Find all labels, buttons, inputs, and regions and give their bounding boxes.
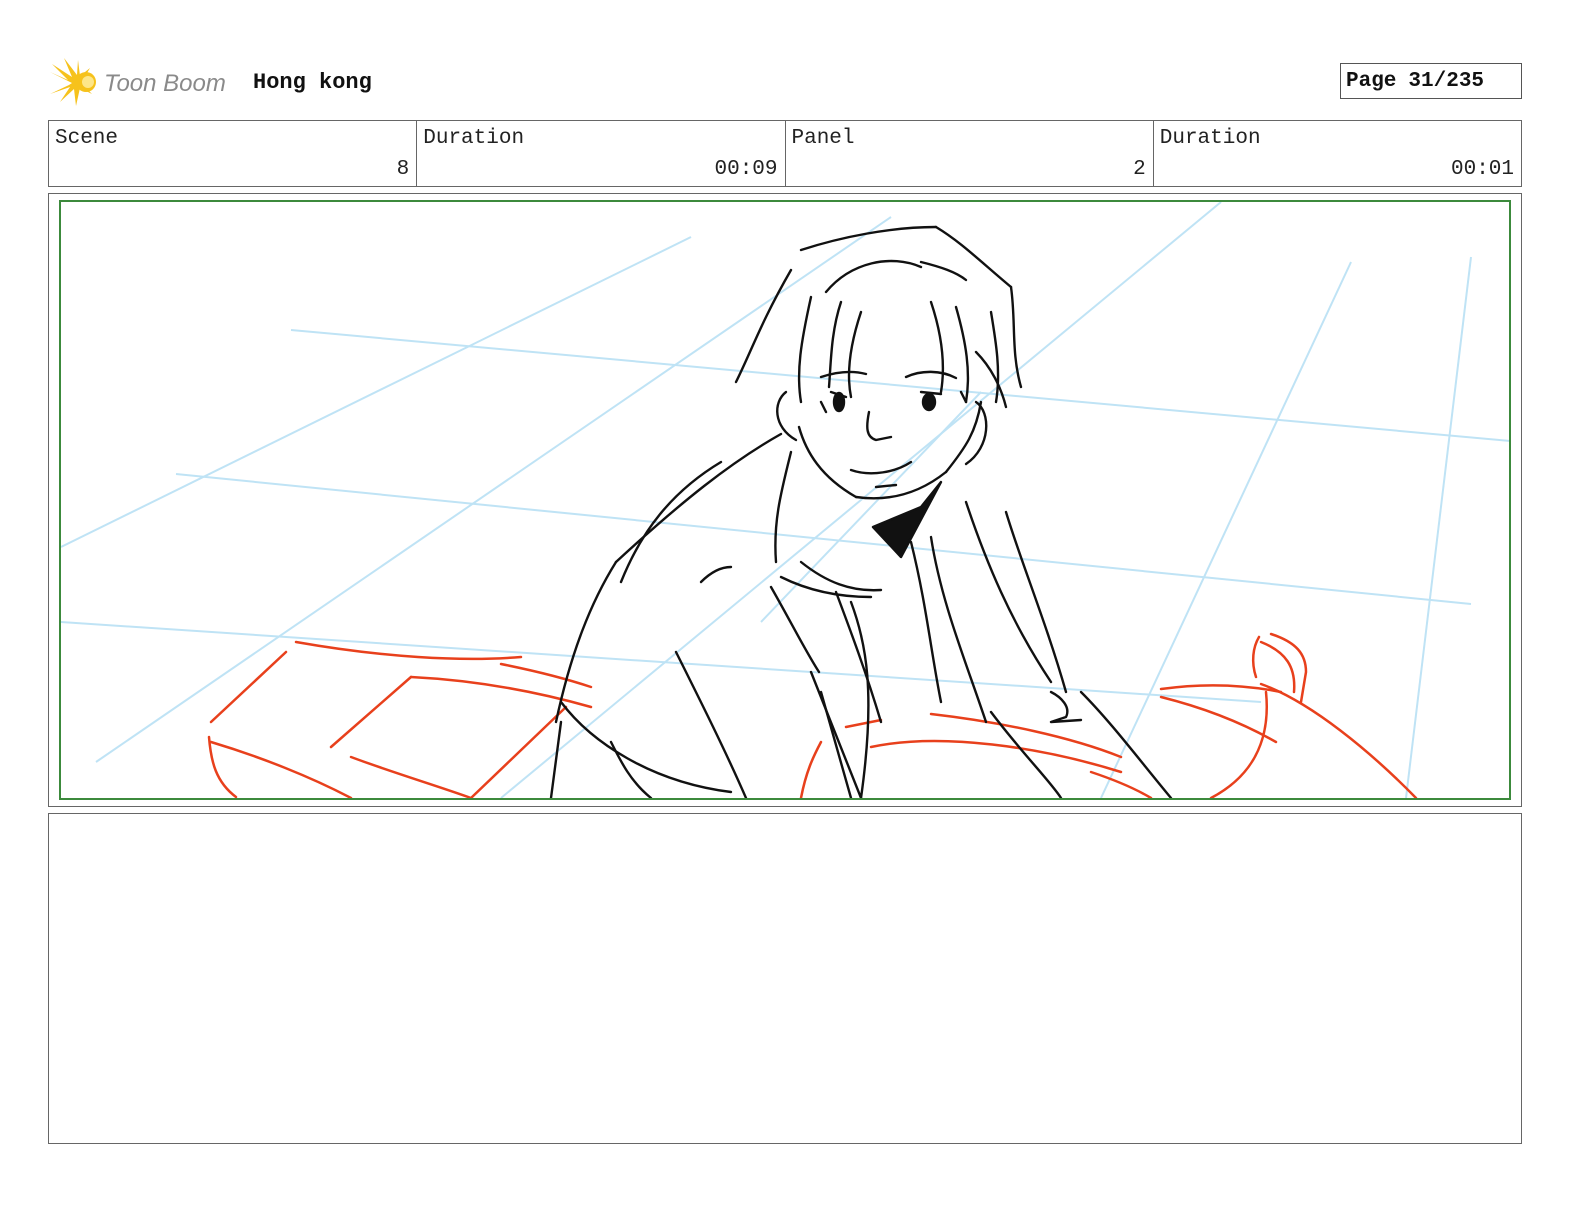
panel-label: Panel — [791, 127, 855, 150]
panel-duration-cell: Duration 00:01 — [1154, 121, 1521, 186]
panel-duration-label: Duration — [1159, 127, 1261, 150]
perspective-grid — [61, 202, 1509, 798]
scene-value: 8 — [396, 158, 410, 181]
panel-duration-value: 00:01 — [1450, 158, 1514, 181]
panel-notes-box[interactable] — [48, 813, 1522, 1144]
scene-label: Scene — [55, 127, 119, 150]
panel-value: 2 — [1133, 158, 1146, 181]
character-sketch — [549, 225, 1173, 798]
logo-wordmark: Toon Boom — [104, 70, 226, 97]
panel-cell: Panel 2 — [786, 121, 1154, 186]
storyboard-sketch — [61, 202, 1509, 798]
toon-boom-logo: Toon Boom — [50, 58, 250, 108]
page-label: Page — [1346, 69, 1397, 93]
scene-duration-cell: Duration 00:09 — [417, 121, 786, 186]
scene-duration-value: 00:09 — [714, 158, 778, 181]
project-title: Hong kong — [253, 70, 372, 95]
page-indicator: Page 31/235 — [1340, 63, 1522, 99]
toon-boom-star-icon — [50, 58, 96, 106]
panel-frame — [48, 193, 1522, 807]
storyboard-header: Toon Boom Hong kong Page 31/235 — [48, 54, 1522, 110]
car-sketch — [207, 632, 1418, 798]
page-number: 31/235 — [1408, 69, 1485, 93]
scene-info-table: Scene 8 Duration 00:09 Panel 2 Duration … — [48, 120, 1522, 187]
scene-duration-label: Duration — [423, 127, 525, 150]
scene-cell: Scene 8 — [49, 121, 418, 186]
panel-image[interactable] — [59, 200, 1511, 800]
